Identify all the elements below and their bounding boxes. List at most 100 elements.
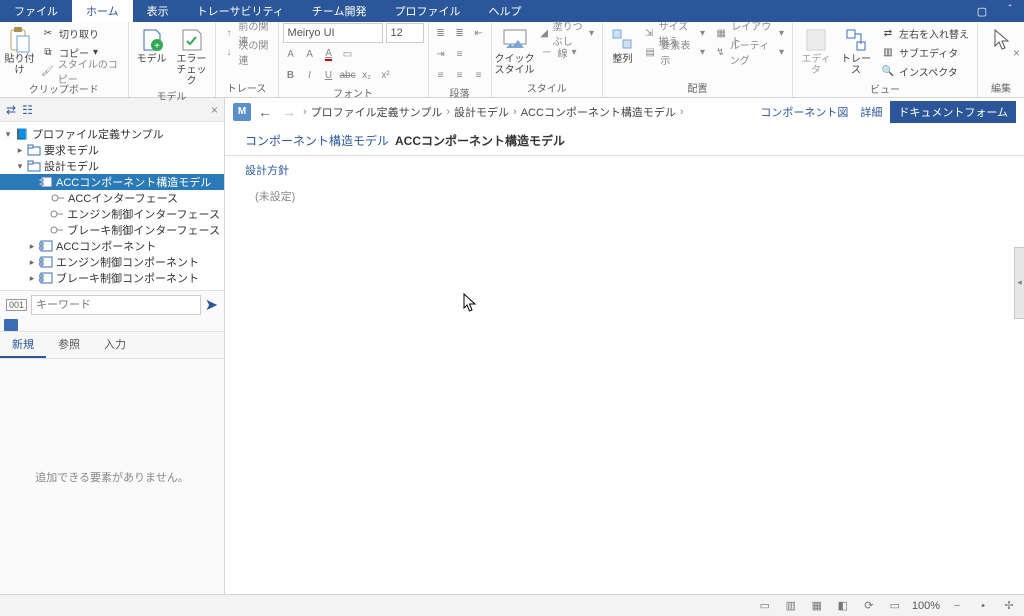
zoom-out-button[interactable]: − <box>948 600 966 612</box>
zoom-in-button[interactable]: ✢ <box>1000 599 1018 612</box>
tree-item[interactable]: ▾設計モデル <box>0 158 224 174</box>
quick-style-button[interactable]: クイック スタイル <box>496 24 534 76</box>
doc-section-value[interactable]: (未設定) <box>225 184 1024 208</box>
tab-input[interactable]: 入力 <box>92 332 138 358</box>
ribbon-group-clipboard: 貼り付け ✂切り取り ⧉コピー ▾ 🖌スタイルのコピー クリップボード <box>0 22 129 97</box>
panel-handle-icon[interactable] <box>4 319 18 331</box>
layout-icon: ▦ <box>715 26 727 40</box>
align-icon: ≡ <box>452 46 468 62</box>
tree-item[interactable]: ▸ブレーキ制御コンポーネント <box>0 270 224 286</box>
tree-item[interactable]: ▸要求モデル <box>0 142 224 158</box>
tree-item[interactable]: ▸エンジン制御コンポーネント <box>0 254 224 270</box>
ribbon-group-view: エディタ トレース ⇄左右を入れ替え ▥サブエディタ 🔍インスペクタ ビュー <box>793 22 978 97</box>
editor-icon <box>802 26 830 54</box>
tree-item-label: エンジン制御インターフェース <box>67 206 220 222</box>
error-check-button[interactable]: エラーチェック <box>173 24 211 87</box>
sub-icon: x₂ <box>359 67 375 83</box>
line-button: ─線 ▾ <box>536 43 598 61</box>
nav-back-button[interactable]: ← <box>255 104 275 120</box>
menu-tab-file[interactable]: ファイル <box>0 0 72 22</box>
status-view5-icon[interactable]: ⟳ <box>860 599 878 612</box>
tree-item-label: ACCインターフェース <box>68 190 178 206</box>
search-input[interactable] <box>31 295 201 315</box>
list-bullet-icon: ≣ <box>433 25 449 41</box>
crumb-2[interactable]: ACCコンポーネント構造モデル <box>521 104 676 120</box>
tree-item[interactable]: エンジン制御インターフェース <box>0 206 224 222</box>
edit-group-label: 編集 <box>982 79 1020 97</box>
model-button[interactable]: + モデル <box>133 24 171 65</box>
tree-item-label: ACCコンポーネント <box>56 238 156 254</box>
crumb-0[interactable]: プロファイル定義サンプル <box>311 104 443 120</box>
status-view4-icon[interactable]: ◧ <box>834 599 852 612</box>
clipboard-group-label: クリップボード <box>4 80 124 98</box>
side-collapse-handle[interactable]: ◂ <box>1014 247 1024 319</box>
swap-lr-button[interactable]: ⇄左右を入れ替え <box>877 24 973 42</box>
content-area: M ← → › プロファイル定義サンプル› 設計モデル› ACCコンポーネント構… <box>225 98 1024 594</box>
status-bar: ▭ ▥ ▦ ◧ ⟳ ▭ 100% − • ✢ <box>0 594 1024 616</box>
pkg-icon <box>26 143 42 157</box>
quick-style-label: クイック スタイル <box>495 54 535 76</box>
cmp-icon <box>38 255 54 269</box>
window-minimize-icon[interactable]: ▢ <box>968 0 996 22</box>
tree-root[interactable]: ▾📘 プロファイル定義サンプル <box>0 126 224 142</box>
menu-tab-home[interactable]: ホーム <box>72 0 133 22</box>
display-icon: ▤ <box>644 45 656 59</box>
model-icon: + <box>138 26 166 54</box>
subeditor-button[interactable]: ▥サブエディタ <box>877 43 973 61</box>
font-family-select[interactable]: Meiryo UI <box>283 23 383 43</box>
if-icon <box>50 207 66 221</box>
tree-item[interactable]: ブレーキ制御インターフェース <box>0 222 224 238</box>
inspector-button[interactable]: 🔍インスペクタ <box>877 62 973 80</box>
tab-new[interactable]: 新規 <box>0 332 46 358</box>
menu-tab-team[interactable]: チーム開発 <box>298 0 381 22</box>
window-expand-icon[interactable]: ＾ <box>996 0 1024 22</box>
tree-tool-icon[interactable]: ⇄ <box>6 103 16 117</box>
cursor-arrow-icon <box>987 26 1015 54</box>
trace-view-button[interactable]: トレース <box>837 24 875 76</box>
ribbon-group-trace: ↑前の関連 ↓次の関連 トレース <box>216 22 279 97</box>
breadcrumb-bar: M ← → › プロファイル定義サンプル› 設計モデル› ACCコンポーネント構… <box>225 98 1024 126</box>
outdent-icon: ⇤ <box>471 25 487 41</box>
highlight-icon: ▭ <box>340 46 356 62</box>
doc-header: コンポーネント構造モデル ACCコンポーネント構造モデル <box>225 126 1024 156</box>
trace-view-label: トレース <box>837 54 875 76</box>
status-view6-icon[interactable]: ▭ <box>886 599 904 612</box>
search-go-icon[interactable]: ➤ <box>205 295 218 315</box>
view-group-label: ビュー <box>797 80 973 98</box>
document-form-button[interactable]: ドキュメントフォーム <box>890 101 1016 123</box>
link-component-diagram[interactable]: コンポーネント図 <box>756 104 852 120</box>
model-tree: ▾📘 プロファイル定義サンプル ▸要求モデル▾設計モデルACCコンポーネント構造… <box>0 122 224 290</box>
tree-item[interactable]: ACCコンポーネント構造モデル <box>0 174 224 190</box>
doc-type: コンポーネント構造モデル <box>245 132 389 149</box>
menu-tab-view[interactable]: 表示 <box>133 0 183 22</box>
if-icon <box>50 191 66 205</box>
tree-tool-icon2[interactable]: ☷ <box>22 103 33 117</box>
menu-tab-profile[interactable]: プロファイル <box>380 0 474 22</box>
quick-style-icon <box>501 26 529 54</box>
link-detail[interactable]: 詳細 <box>856 104 886 120</box>
status-view2-icon[interactable]: ▥ <box>782 599 800 612</box>
nav-forward-button[interactable]: → <box>279 104 299 120</box>
status-view1-icon[interactable]: ▭ <box>756 599 774 612</box>
tree-item-label: ブレーキ制御コンポーネント <box>56 270 199 286</box>
tree-item[interactable]: ▸ACCコンポーネント <box>0 238 224 254</box>
align-distribute-icon <box>608 26 636 54</box>
status-view3-icon[interactable]: ▦ <box>808 599 826 612</box>
tab-reference[interactable]: 参照 <box>46 332 92 358</box>
paste-label: 貼り付け <box>4 54 35 76</box>
sup-icon: x² <box>378 67 394 83</box>
font-size-select[interactable]: 12 <box>386 23 424 43</box>
cut-button[interactable]: ✂切り取り <box>37 24 124 42</box>
ribbon-group-style: クイック スタイル ◢塗りつぶし ▾ ─線 ▾ スタイル <box>492 22 603 97</box>
crumb-1[interactable]: 設計モデル <box>454 104 509 120</box>
zoom-reset-button[interactable]: • <box>974 600 992 612</box>
tree-item-label: 要求モデル <box>44 142 99 158</box>
paste-button[interactable]: 貼り付け <box>4 24 35 76</box>
tree-tool-close-icon[interactable]: × <box>211 103 218 117</box>
list-number-icon: ≣ <box>452 25 468 41</box>
tree-item[interactable]: ACCインターフェース <box>0 190 224 206</box>
ribbon-close-icon[interactable]: × <box>1013 46 1020 60</box>
indent-icon: ⇥ <box>433 46 449 62</box>
menu-tab-help[interactable]: ヘルプ <box>474 0 535 22</box>
routing-button: ↯ルーティング ▾ <box>711 43 788 61</box>
